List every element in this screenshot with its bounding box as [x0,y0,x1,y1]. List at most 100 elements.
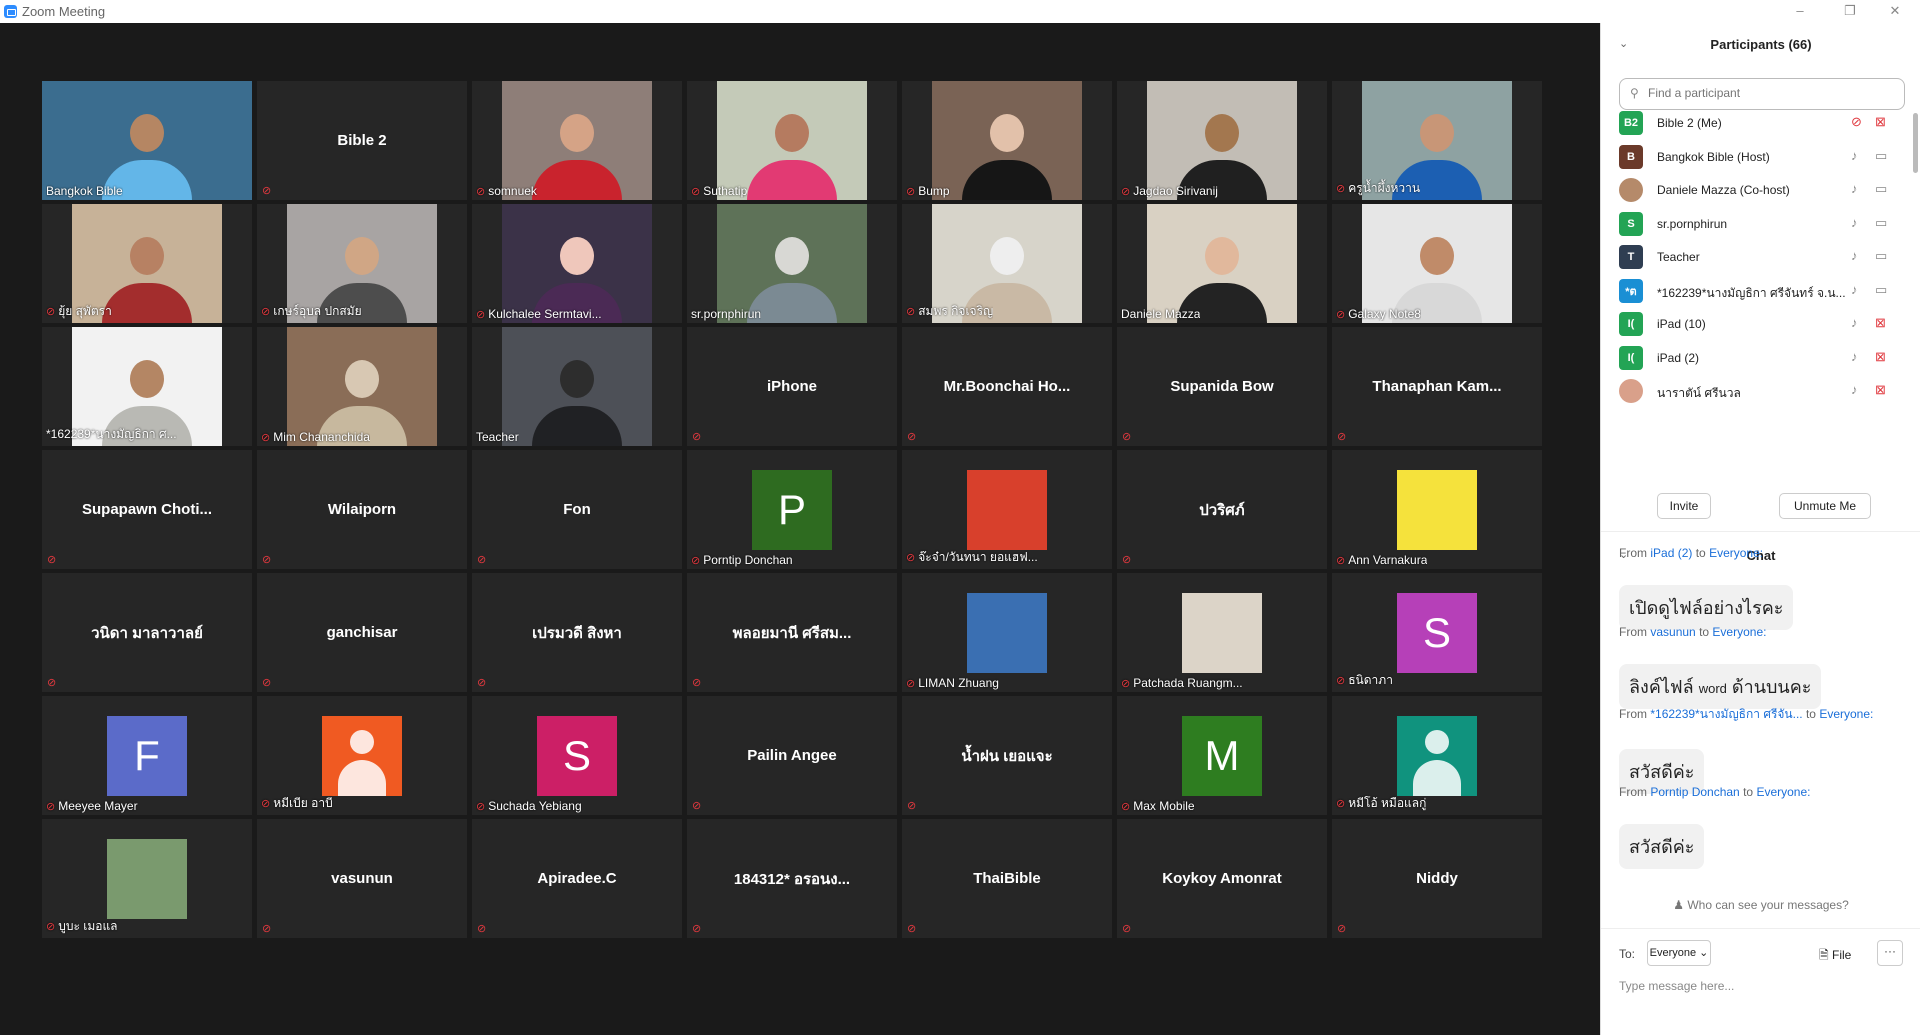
participant-avatar: B2 [1619,111,1643,135]
video-tile[interactable]: Niddy ⊘ [1332,819,1542,938]
video-tile[interactable]: Supapawn Choti... ⊘ [42,450,252,569]
video-tile[interactable]: Apiradee.C ⊘ [472,819,682,938]
participant-scrollbar[interactable] [1913,113,1918,173]
video-tile[interactable]: ⊘ Galaxy Note8 [1332,204,1542,323]
video-tile[interactable]: พลอยมานี ศรีสม... ⊘ [687,573,897,692]
video-tile[interactable]: ⊘ Patchada Ruangm... [1117,573,1327,692]
video-tile[interactable]: ⊘ หมีเบีย อาบี [257,696,467,815]
video-tile[interactable]: *162239*นางมัญธิกา ศ... [42,327,252,446]
mic-icon[interactable]: ♪ [1851,282,1858,297]
muted-mic-icon: ⊘ [1337,923,1347,935]
video-tile[interactable]: 184312* อรอนง... ⊘ [687,819,897,938]
video-tile[interactable]: P ⊘ Porntip Donchan [687,450,897,569]
message-text: สวัสดีค่ะ [1629,762,1695,782]
video-tile[interactable]: Bangkok Bible [42,81,252,200]
video-tile[interactable]: Mr.Boonchai Ho... ⊘ [902,327,1112,446]
video-tile[interactable]: Supanida Bow ⊘ [1117,327,1327,446]
camera-icon[interactable]: ▭ [1875,248,1887,264]
close-window-button[interactable]: ✕ [1875,2,1915,20]
maximize-button[interactable]: ❐ [1830,2,1870,20]
camera-off-icon[interactable]: ⊠ [1875,315,1886,331]
mic-icon[interactable]: ♪ [1851,349,1858,364]
file-button[interactable]: 🗎 File [1819,946,1851,967]
minimize-button[interactable]: – [1780,2,1820,20]
video-tile[interactable]: ⊘ จ๊ะจ๋า/วันทนา ยอแฮฟ... [902,450,1112,569]
video-tile[interactable]: Daniele Mazza [1117,204,1327,323]
sender-name[interactable]: *162239*นางมัญธิกา ศรีจัน... [1650,707,1802,721]
mic-muted-icon[interactable]: ⊘ [1851,114,1862,130]
sender-name[interactable]: iPad (2) [1650,546,1692,560]
video-tile[interactable]: Teacher [472,327,682,446]
video-tile[interactable]: vasunun ⊘ [257,819,467,938]
tile-name-label: ⊘ somnuek [476,184,537,198]
mic-icon[interactable]: ♪ [1851,315,1858,330]
video-tile[interactable]: Koykoy Amonrat ⊘ [1117,819,1327,938]
zoom-logo-icon [4,5,17,18]
video-tile[interactable]: ⊘ Mim Chananchida [257,327,467,446]
video-tile[interactable]: ⊘ ยุ้ย สุพัตรา [42,204,252,323]
mic-icon[interactable]: ♪ [1851,215,1858,230]
camera-icon[interactable]: ▭ [1875,181,1887,197]
participant-name: ปวริศภ์ [1199,501,1245,519]
tile-name-label: ⊘ Mim Chananchida [261,430,370,444]
video-tile[interactable]: Wilaiporn ⊘ [257,450,467,569]
video-tile[interactable]: S ⊘ ธนิดาภา [1332,573,1542,692]
video-tile[interactable]: วนิดา มาลาวาลย์ ⊘ [42,573,252,692]
unmute-me-button[interactable]: Unmute Me [1779,493,1871,519]
invite-button[interactable]: Invite [1657,493,1711,519]
video-tile[interactable]: Bible 2 ⊘ [257,81,467,200]
camera-icon[interactable]: ▭ [1875,282,1887,298]
video-tile[interactable]: ganchisar ⊘ [257,573,467,692]
video-tile[interactable]: น้ำฝน เยอแจะ ⊘ [902,696,1112,815]
camera-icon[interactable]: ▭ [1875,215,1887,231]
video-tile[interactable]: ThaiBible ⊘ [902,819,1112,938]
video-tile[interactable]: ⊘ เกษร์อุบล ปกสมัย [257,204,467,323]
message-visibility-notice[interactable]: ♟ Who can see your messages? [1601,898,1920,912]
sender-name[interactable]: Porntip Donchan [1650,785,1739,799]
muted-mic-icon: ⊘ [261,798,271,810]
video-tile[interactable]: ⊘ Bump [902,81,1112,200]
participant-search-input[interactable] [1646,85,1900,101]
person-head-icon [1425,729,1449,754]
video-tile[interactable]: S ⊘ Suchada Yebiang [472,696,682,815]
video-tile[interactable]: เปรมวดี สิงหา ⊘ [472,573,682,692]
person-head [990,114,1024,153]
camera-off-icon[interactable]: ⊠ [1875,114,1886,130]
video-tile[interactable]: sr.pornphirun [687,204,897,323]
video-tile[interactable]: ⊘ LIMAN Zhuang [902,573,1112,692]
camera-off-icon[interactable]: ⊠ [1875,382,1886,398]
video-tile[interactable]: ⊘ สมพร กิจเจริญ [902,204,1112,323]
tile-name-label: ⊘ Meeyee Mayer [46,799,138,813]
video-tile[interactable]: iPhone ⊘ [687,327,897,446]
mic-icon[interactable]: ♪ [1851,148,1858,163]
video-tile[interactable]: ⊘ Jagdao Sirivanij [1117,81,1327,200]
video-tile[interactable]: ⊘ หมีโอ้ หมือแลกู่ [1332,696,1542,815]
video-tile[interactable]: Thanaphan Kam... ⊘ [1332,327,1542,446]
chat-input[interactable]: Type message here... [1619,979,1734,993]
muted-mic-icon: ⊘ [477,923,487,935]
participant-avatar: S [1619,211,1643,236]
mic-icon[interactable]: ♪ [1851,181,1858,196]
more-options-button[interactable]: ··· [1877,940,1903,966]
video-tile[interactable]: ⊘ Kulchalee Sermtavi... [472,204,682,323]
video-tile[interactable]: ⊘ ครูน้ำผึ้งหวาน [1332,81,1542,200]
video-tile[interactable]: Fon ⊘ [472,450,682,569]
video-tile[interactable]: ⊘ บูบะ เมอแล [42,819,252,938]
tile-name-label: ⊘ หมีเบีย อาบี [261,794,333,813]
camera-icon[interactable]: ▭ [1875,148,1887,164]
video-tile[interactable]: ⊘ somnuek [472,81,682,200]
participant-row[interactable]: นาราตัน์ ศรีนวล ♪ ⊠ [1619,369,1901,410]
video-tile[interactable]: Pailin Angee ⊘ [687,696,897,815]
tile-name-label: ⊘ เกษร์อุบล ปกสมัย [261,302,362,321]
mic-icon[interactable]: ♪ [1851,248,1858,263]
video-tile[interactable]: M ⊘ Max Mobile [1117,696,1327,815]
mic-icon[interactable]: ♪ [1851,382,1858,397]
sender-name[interactable]: vasunun [1650,625,1695,639]
video-tile[interactable]: ปวริศภ์ ⊘ [1117,450,1327,569]
video-tile[interactable]: ⊘ Ann Varnakura [1332,450,1542,569]
video-tile[interactable]: ⊘ Suthatip [687,81,897,200]
video-tile[interactable]: F ⊘ Meeyee Mayer [42,696,252,815]
recipient-select[interactable]: Everyone ⌄ [1647,940,1711,966]
camera-off-icon[interactable]: ⊠ [1875,349,1886,365]
message-bubble: ลิงค์ไฟล์ word ด้านบนคะ [1619,664,1822,709]
